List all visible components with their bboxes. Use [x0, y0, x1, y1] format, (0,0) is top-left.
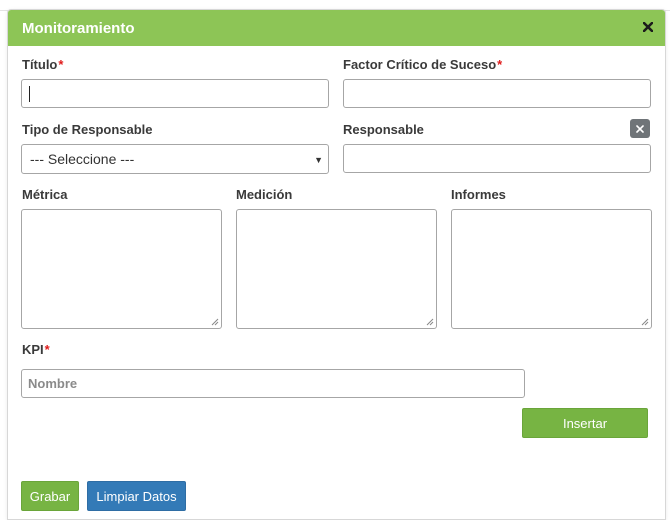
responsable-input[interactable]	[343, 144, 651, 173]
kpi-label: KPI*	[22, 342, 50, 357]
limpiar-datos-button[interactable]: Limpiar Datos	[87, 481, 186, 511]
text-cursor	[29, 86, 30, 102]
informes-label: Informes	[451, 187, 506, 202]
dialog-header: Monitoramiento	[8, 10, 665, 46]
insertar-button[interactable]: Insertar	[522, 408, 648, 438]
required-mark: *	[44, 342, 50, 357]
kpi-label-text: KPI	[22, 342, 44, 357]
monitoramiento-dialog: Monitoramiento Título* Factor Crítico de…	[7, 9, 666, 520]
resize-grip-icon[interactable]	[211, 318, 219, 326]
metrica-label: Métrica	[22, 187, 68, 202]
resize-grip-icon[interactable]	[426, 318, 434, 326]
informes-textarea[interactable]	[451, 209, 652, 329]
medicion-label: Medición	[236, 187, 293, 202]
kpi-nombre-placeholder: Nombre	[28, 376, 78, 391]
tipo-responsable-value: --- Seleccione ---	[30, 151, 135, 167]
close-icon[interactable]	[641, 19, 655, 35]
required-mark: *	[58, 57, 64, 72]
titulo-label-text: Título	[22, 57, 58, 72]
grabar-button[interactable]: Grabar	[21, 481, 79, 511]
factor-critico-label: Factor Crítico de Suceso*	[343, 57, 502, 72]
tipo-responsable-select[interactable]: --- Seleccione --- ▼	[21, 144, 329, 174]
close-icon	[636, 124, 644, 133]
chevron-down-icon: ▼	[314, 155, 323, 165]
metrica-textarea[interactable]	[21, 209, 222, 329]
titulo-label: Título*	[22, 57, 63, 72]
dialog-title: Monitoramiento	[22, 20, 135, 37]
kpi-nombre-input[interactable]: Nombre	[21, 369, 525, 398]
required-mark: *	[497, 57, 503, 72]
factor-critico-label-text: Factor Crítico de Suceso	[343, 57, 497, 72]
tipo-responsable-label: Tipo de Responsable	[22, 122, 153, 137]
medicion-textarea[interactable]	[236, 209, 437, 329]
resize-grip-icon[interactable]	[641, 318, 649, 326]
responsable-label: Responsable	[343, 122, 424, 137]
factor-critico-input[interactable]	[343, 79, 651, 108]
titulo-input[interactable]	[21, 79, 329, 108]
clear-responsable-button[interactable]	[630, 119, 650, 138]
